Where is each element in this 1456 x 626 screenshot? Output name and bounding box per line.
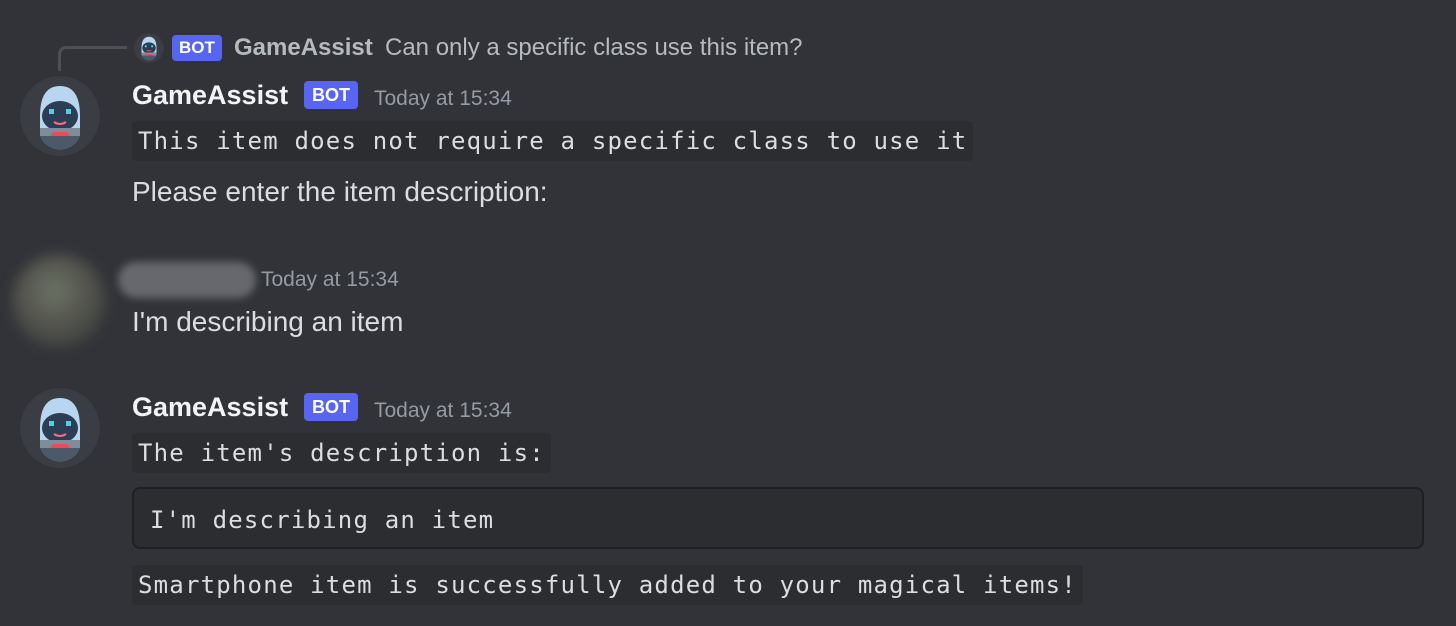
message-text: I'm describing an item: [132, 306, 404, 337]
inline-code: The item's description is:: [132, 433, 551, 473]
message-timestamp[interactable]: Today at 15:34: [374, 399, 512, 423]
message-text: Please enter the item description:: [132, 176, 548, 207]
user-avatar[interactable]: [12, 254, 106, 348]
inline-code-success: Smartphone item is successfully added to…: [132, 565, 1083, 605]
bot-avatar[interactable]: [20, 76, 100, 156]
reply-author[interactable]: GameAssist: [234, 34, 373, 62]
message-timestamp[interactable]: Today at 15:34: [261, 268, 399, 292]
reply-text[interactable]: Can only a specific class use this item?: [385, 34, 803, 62]
message-timestamp[interactable]: Today at 15:34: [374, 87, 512, 111]
message-author-redacted[interactable]: [118, 262, 256, 298]
code-block: I'm describing an item: [132, 487, 1424, 549]
bot-badge: BOT: [304, 81, 358, 109]
bot-avatar[interactable]: [20, 388, 100, 468]
inline-code: This item does not require a specific cl…: [132, 121, 974, 161]
reply-avatar[interactable]: [134, 33, 164, 63]
message-author[interactable]: GameAssist: [132, 80, 288, 111]
reply-connector: [58, 46, 127, 71]
reply-bot-badge: BOT: [172, 35, 222, 61]
bot-badge: BOT: [304, 393, 358, 421]
message-author[interactable]: GameAssist: [132, 392, 288, 423]
